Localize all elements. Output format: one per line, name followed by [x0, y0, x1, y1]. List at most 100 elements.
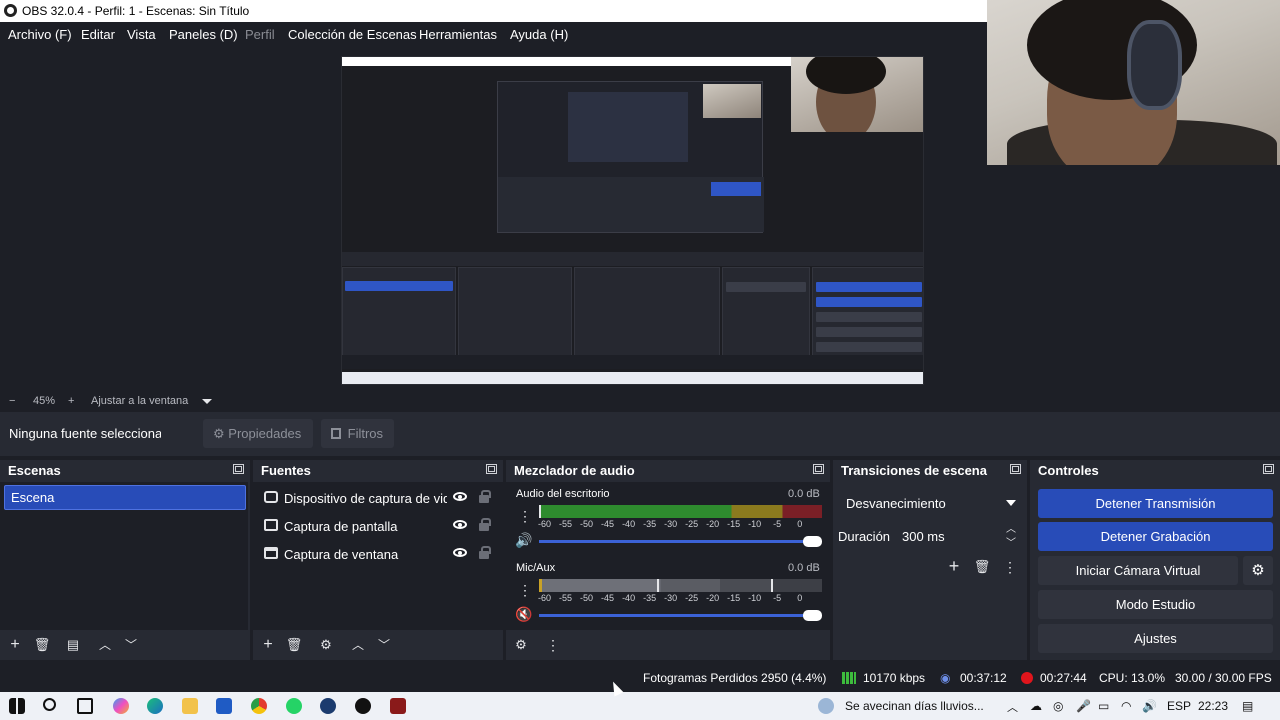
file-explorer-icon[interactable] [182, 698, 198, 714]
filter-icon [331, 428, 341, 439]
eye-icon[interactable] [453, 548, 467, 557]
properties-button[interactable]: ⚙ Propiedades [203, 419, 313, 448]
whatsapp-icon[interactable] [286, 698, 302, 714]
notifications-icon[interactable]: ▤ [1242, 699, 1253, 713]
edge-icon[interactable] [147, 698, 163, 714]
start-virtual-camera-button[interactable]: Iniciar Cámara Virtual [1038, 556, 1238, 585]
trash-icon[interactable]: 🗑 [285, 637, 303, 653]
volume-slider-handle[interactable] [803, 536, 822, 547]
undock-icon[interactable] [1010, 464, 1021, 474]
source-item[interactable]: Dispositivo de captura de video [262, 488, 500, 512]
camera-tray-icon[interactable]: ◎ [1053, 699, 1063, 713]
menu-ayuda[interactable]: Ayuda (H) [510, 27, 568, 42]
undock-icon[interactable] [813, 464, 824, 474]
monitor-icon [264, 519, 278, 531]
scene-filters-icon[interactable]: ▤ [64, 637, 82, 653]
lock-icon[interactable] [479, 518, 491, 531]
channel-menu-icon[interactable]: ⋮ [516, 582, 534, 598]
window-icon [264, 547, 278, 559]
menu-archivo[interactable]: Archivo (F) [8, 27, 72, 42]
dropped-frames: Fotogramas Perdidos 2950 (4.4%) [643, 671, 827, 685]
advanced-audio-gear-icon[interactable]: ⚙ [512, 637, 530, 653]
volume-meter [539, 579, 822, 592]
source-toolbar: Ninguna fuente seleccionada ⚙ Propiedade… [0, 412, 1280, 456]
volume-slider[interactable] [539, 540, 811, 543]
app-taskbar-icon[interactable] [390, 698, 406, 714]
more-vert-icon[interactable]: ⋮ [544, 637, 562, 653]
undock-icon[interactable] [1263, 464, 1274, 474]
menu-vista[interactable]: Vista [127, 27, 156, 42]
source-item[interactable]: Captura de pantalla [262, 516, 500, 540]
weather-icon[interactable] [818, 698, 834, 714]
zoom-in-button[interactable]: + [68, 395, 74, 407]
undock-icon[interactable] [233, 464, 244, 474]
duration-input[interactable]: 300 ms [896, 522, 1000, 550]
gear-icon[interactable]: ⚙ [317, 637, 335, 653]
search-icon[interactable] [43, 698, 56, 711]
zoom-fit-label[interactable]: Ajustar a la ventana [91, 395, 188, 407]
move-up-icon[interactable]: ︿ [349, 637, 367, 653]
zoom-level: 45% [33, 395, 56, 407]
zoom-out-button[interactable]: − [9, 395, 15, 407]
transition-select[interactable]: Desvanecimiento [838, 488, 1026, 518]
microphone-icon[interactable]: 🎤 [1076, 699, 1091, 713]
trash-icon[interactable]: 🗑 [973, 559, 991, 575]
zoom-dropdown-icon[interactable] [202, 399, 212, 404]
add-icon[interactable]: + [945, 557, 963, 575]
volume-slider[interactable] [539, 614, 811, 617]
volume-slider-handle[interactable] [803, 610, 822, 621]
speaker-icon[interactable]: 🔊 [515, 532, 533, 548]
menu-herramientas[interactable]: Herramientas [419, 27, 497, 42]
move-down-icon[interactable]: ﹀ [375, 637, 393, 653]
battery-icon[interactable]: ▭ [1098, 699, 1109, 713]
task-view-icon[interactable] [77, 698, 93, 714]
onedrive-icon[interactable]: ☁ [1030, 699, 1042, 713]
settings-button[interactable]: Ajustes [1038, 624, 1273, 653]
scenes-dock: Escenas Escena + 🗑 ▤ ︿ ﹀ [0, 460, 250, 660]
copilot-icon[interactable] [113, 698, 129, 714]
show-hidden-icons-icon[interactable]: ︿ [1007, 699, 1018, 715]
preview-webcam [791, 57, 923, 132]
stepper-down-icon[interactable]: ﹀ [1002, 536, 1020, 552]
properties-label: Propiedades [228, 426, 302, 441]
menu-perfil[interactable]: Perfil [245, 27, 275, 42]
move-up-icon[interactable]: ︿ [96, 637, 114, 653]
word-icon[interactable] [216, 698, 232, 714]
windows-start-icon[interactable] [9, 698, 25, 714]
studio-mode-button[interactable]: Modo Estudio [1038, 590, 1273, 619]
filters-button[interactable]: Filtros [321, 419, 394, 448]
stop-recording-button[interactable]: Detener Grabación [1038, 522, 1273, 551]
gear-icon: ⚙ [213, 426, 225, 441]
add-icon[interactable]: + [259, 637, 277, 653]
channel-menu-icon[interactable]: ⋮ [516, 508, 534, 524]
language-indicator[interactable]: ESP [1167, 699, 1191, 713]
stop-streaming-button[interactable]: Detener Transmisión [1038, 489, 1273, 518]
program-preview[interactable] [341, 56, 924, 385]
weather-text[interactable]: Se avecinan días lluvios... [845, 699, 984, 713]
source-label: Captura de pantalla [284, 519, 398, 534]
eye-icon[interactable] [453, 492, 467, 501]
wifi-icon[interactable]: ◠ [1121, 699, 1131, 713]
lock-icon[interactable] [479, 546, 491, 559]
trash-icon[interactable]: 🗑 [33, 637, 51, 653]
more-vert-icon[interactable]: ⋮ [1001, 559, 1019, 575]
menu-coleccion-escenas[interactable]: Colección de Escenas [288, 27, 417, 42]
eye-icon[interactable] [453, 520, 467, 529]
volume-tray-icon[interactable]: 🔊 [1142, 699, 1157, 713]
chrome-icon[interactable] [251, 698, 267, 714]
lock-icon[interactable] [479, 490, 491, 503]
muted-speaker-icon[interactable]: 🔇 [515, 606, 533, 622]
scene-item[interactable]: Escena [4, 485, 246, 510]
menu-paneles[interactable]: Paneles (D) [169, 27, 238, 42]
source-label: Dispositivo de captura de video [284, 491, 447, 506]
move-down-icon[interactable]: ﹀ [122, 637, 140, 653]
source-item[interactable]: Captura de ventana [262, 544, 500, 568]
menu-editar[interactable]: Editar [81, 27, 115, 42]
add-icon[interactable]: + [6, 637, 24, 653]
clock[interactable]: 22:23 [1198, 699, 1228, 713]
virtual-camera-gear-icon[interactable]: ⚙ [1243, 556, 1273, 585]
undock-icon[interactable] [486, 464, 497, 474]
mixer-channel-db: 0.0 dB [788, 488, 820, 500]
obs-taskbar-icon[interactable] [355, 698, 371, 714]
steam-icon[interactable] [320, 698, 336, 714]
